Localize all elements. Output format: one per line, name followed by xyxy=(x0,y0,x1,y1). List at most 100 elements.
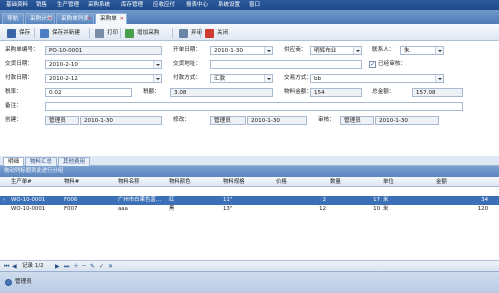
cell-unit[interactable]: 米 xyxy=(383,205,388,214)
cell-amount[interactable]: 34 xyxy=(436,196,488,205)
cell-item[interactable]: F007 xyxy=(64,205,77,214)
document-tabs: 导航 采购计划 ✕ 采购单列表 ✕ 采购单 ✕ xyxy=(0,10,499,24)
column-header[interactable]: 物料规格 xyxy=(223,178,245,186)
trade-method-field[interactable]: bb xyxy=(310,74,444,83)
chevron-down-icon[interactable] xyxy=(153,75,161,82)
cell-name[interactable]: aaa xyxy=(118,205,166,214)
tab-purchase-list[interactable]: 采购单列表 ✕ xyxy=(56,13,94,24)
add-row-icon[interactable]: ＋ xyxy=(73,262,79,271)
menu-ar-ap[interactable]: 应收应付 xyxy=(153,1,175,9)
column-header[interactable]: 数量 xyxy=(330,178,341,186)
cell-color[interactable]: 红 xyxy=(169,196,174,205)
table-row[interactable]: › WO-10-0001 F006 广州市白果色蓝… 红 11" 2 17 米 … xyxy=(0,196,499,205)
open-date-field[interactable]: 2010-1-30 xyxy=(210,46,273,55)
delete-row-icon[interactable]: － xyxy=(81,262,87,271)
contact-field[interactable]: 朱 xyxy=(400,46,444,55)
column-header[interactable]: 单位 xyxy=(383,178,394,186)
delivery-date-field[interactable]: 2010-2-10 xyxy=(45,60,162,69)
column-header[interactable]: 金额 xyxy=(436,178,447,186)
audited-checkbox[interactable]: ✓ xyxy=(369,61,376,68)
tab-other-fees[interactable]: 其他费用 xyxy=(58,157,91,166)
delivery-date-label: 交货日期： xyxy=(5,61,33,67)
chevron-down-icon[interactable] xyxy=(353,47,361,54)
tab-material-summary[interactable]: 物料汇总 xyxy=(25,157,58,166)
save-new-icon xyxy=(40,29,49,38)
save-new-button[interactable]: 保存并新建 xyxy=(37,27,84,39)
pay-date-value: 2010-2-12 xyxy=(49,76,78,82)
chevron-down-icon[interactable] xyxy=(435,47,443,54)
auditor-label: 审核： xyxy=(318,117,335,123)
cell-prod[interactable]: WO-10-0001 xyxy=(11,205,45,214)
column-header[interactable]: 生产单# xyxy=(11,178,32,186)
pay-method-field[interactable]: 汇款 xyxy=(210,74,273,83)
row-marker-icon: › xyxy=(3,197,6,203)
close-button[interactable]: 关闭 xyxy=(202,27,232,39)
save-button[interactable]: 保存 xyxy=(4,27,34,39)
cell-price[interactable]: 12 xyxy=(276,205,326,214)
cell-price[interactable]: 2 xyxy=(276,196,326,205)
add-purchase-button[interactable]: 增加采购 xyxy=(122,27,163,39)
pay-method-label: 付款方式： xyxy=(173,75,201,81)
confirm-icon[interactable]: ✓ xyxy=(99,262,104,271)
unaudit-icon xyxy=(179,29,188,38)
trade-method-value: bb xyxy=(314,76,322,82)
menu-purchase[interactable]: 采购系统 xyxy=(88,1,110,9)
cell-color[interactable]: 黑 xyxy=(169,205,174,214)
cell-spec[interactable]: 13" xyxy=(223,205,232,214)
modifier-field: 管理员 xyxy=(210,116,246,125)
cell-amount[interactable]: 120 xyxy=(436,205,488,214)
print-button[interactable]: 打印 xyxy=(92,27,122,39)
edit-row-icon[interactable]: ✎ xyxy=(90,262,95,271)
tab-detail[interactable]: 明细 xyxy=(3,157,25,166)
chevron-down-icon[interactable] xyxy=(264,47,272,54)
column-header[interactable]: 价格 xyxy=(276,178,287,186)
order-header-form: 采购单编号： PO-10-0001 开单日期： 2010-1-30 供应商： 明… xyxy=(0,41,499,156)
prev-page-icon[interactable]: ◀ xyxy=(12,262,17,271)
table-row[interactable]: WO-10-0001 F007 aaa 黑 13" 12 10 米 120 xyxy=(0,205,499,214)
detail-grid: › WO-10-0001 F006 广州市白果色蓝… 红 11" 2 17 米 … xyxy=(0,187,499,260)
group-by-panel[interactable]: 拖动列标题到此进行分组 xyxy=(0,166,499,177)
chevron-down-icon[interactable] xyxy=(264,75,272,82)
menu-settings[interactable]: 系统设置 xyxy=(218,1,240,9)
chevron-down-icon[interactable] xyxy=(435,75,443,82)
delivery-addr-field[interactable] xyxy=(210,60,362,69)
menu-inventory[interactable]: 库存管理 xyxy=(121,1,143,9)
cell-name[interactable]: 广州市白果色蓝… xyxy=(118,196,166,205)
tab-navigation[interactable]: 导航 xyxy=(2,13,24,24)
order-no-field[interactable]: PO-10-0001 xyxy=(45,46,162,55)
remark-field[interactable] xyxy=(45,102,463,111)
menu-bar: 基础资料 销售 生产管理 采购系统 库存管理 应收应付 报表中心 系统设置 窗口 xyxy=(0,0,499,10)
supplier-field[interactable]: 明辉布业 xyxy=(310,46,362,55)
column-header[interactable]: 物料# xyxy=(64,178,79,186)
last-page-icon[interactable]: ⏭ xyxy=(64,262,69,271)
save-icon xyxy=(7,29,16,38)
column-header[interactable]: 物料名称 xyxy=(118,178,140,186)
pay-date-field[interactable]: 2010-2-12 xyxy=(45,74,162,83)
menu-window[interactable]: 窗口 xyxy=(249,1,260,9)
menu-basic[interactable]: 基础资料 xyxy=(6,1,28,9)
tax-rate-field[interactable]: 0.02 xyxy=(45,88,132,97)
cell-unit[interactable]: 米 xyxy=(383,196,388,205)
next-page-icon[interactable]: ▶ xyxy=(55,262,60,271)
current-user: 管理员 xyxy=(15,279,32,285)
pay-date-label: 付款日期： xyxy=(5,75,33,81)
record-indicator: 记录 1/2 xyxy=(22,263,44,269)
detail-tabs: 明细 物料汇总 其他费用 xyxy=(0,156,499,166)
cell-item[interactable]: F006 xyxy=(64,196,77,205)
tab-purchase-plan[interactable]: 采购计划 ✕ xyxy=(25,13,55,24)
cell-spec[interactable]: 11" xyxy=(223,196,232,205)
menu-reports[interactable]: 报表中心 xyxy=(186,1,208,9)
menu-sales[interactable]: 销售 xyxy=(36,1,47,9)
menu-production[interactable]: 生产管理 xyxy=(57,1,79,9)
cell-qty[interactable]: 10 xyxy=(330,205,380,214)
tab-purchase-order[interactable]: 采购单 ✕ xyxy=(95,13,127,24)
modified-at-field: 2010-1-30 xyxy=(247,116,307,125)
cell-qty[interactable]: 17 xyxy=(330,196,380,205)
first-page-icon[interactable]: ⏮ xyxy=(4,262,9,271)
column-header[interactable]: 物料颜色 xyxy=(169,178,191,186)
cell-prod[interactable]: WO-10-0001 xyxy=(11,196,45,205)
chevron-down-icon[interactable] xyxy=(153,61,161,68)
add-icon xyxy=(125,29,134,38)
cancel-icon[interactable]: ✕ xyxy=(108,262,113,271)
supplier-label: 供应商： xyxy=(284,47,307,53)
